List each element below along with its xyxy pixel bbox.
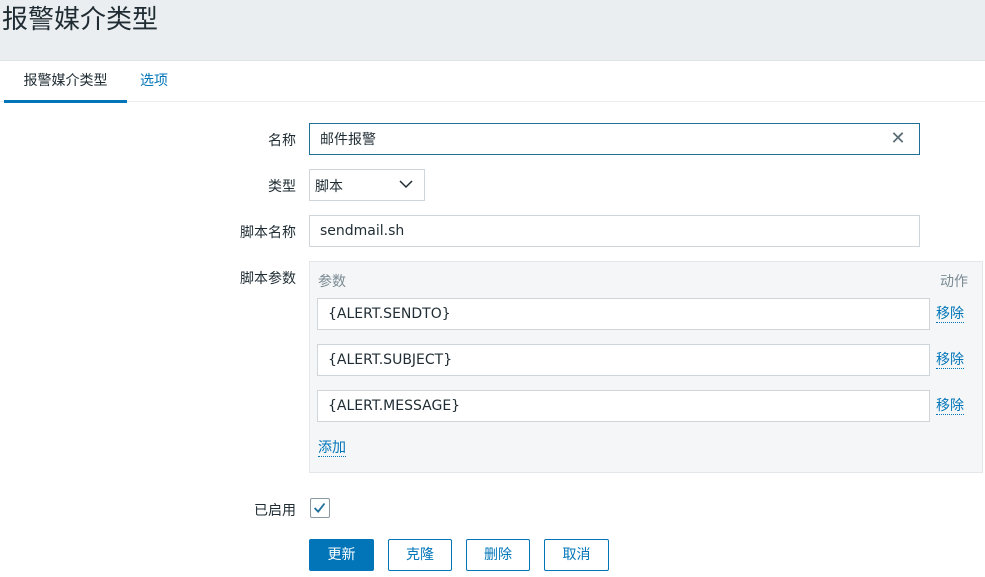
- type-select[interactable]: 脚本: [309, 169, 425, 201]
- chevron-down-icon: [399, 180, 413, 189]
- delete-button[interactable]: 删除: [466, 539, 530, 571]
- remove-param-button[interactable]: 移除: [936, 306, 964, 323]
- add-param-button[interactable]: 添加: [318, 440, 346, 457]
- name-label: 名称: [268, 133, 296, 149]
- page-header: 报警媒介类型: [0, 0, 985, 44]
- enabled-label: 已启用: [254, 503, 296, 519]
- script-params-table: 参数 动作 移除 移除 移除 添加: [309, 261, 983, 473]
- update-button[interactable]: 更新: [309, 539, 374, 571]
- clone-button[interactable]: 克隆: [388, 539, 452, 571]
- page-title: 报警媒介类型: [2, 5, 159, 35]
- close-icon[interactable]: ✕: [886, 127, 910, 151]
- param-input[interactable]: [317, 344, 930, 376]
- type-label: 类型: [268, 179, 296, 195]
- media-type-form-card: 报警媒介类型 选项 名称 ✕ 类型 脚本 脚本名称 脚本参数 参数 动作 移除 …: [0, 60, 985, 577]
- action-column-header: 动作: [940, 274, 968, 290]
- remove-param-button[interactable]: 移除: [936, 398, 964, 415]
- tab-bar: 报警媒介类型 选项: [0, 61, 985, 103]
- cancel-button[interactable]: 取消: [544, 539, 609, 571]
- name-input[interactable]: [309, 123, 920, 155]
- script-params-label: 脚本参数: [240, 271, 296, 287]
- script-name-label: 脚本名称: [240, 225, 296, 241]
- check-icon: [313, 502, 326, 513]
- type-select-value: 脚本: [315, 179, 343, 195]
- remove-param-button[interactable]: 移除: [936, 352, 964, 369]
- param-input[interactable]: [317, 298, 930, 330]
- tab-options[interactable]: 选项: [140, 61, 168, 102]
- param-input[interactable]: [317, 390, 930, 422]
- script-name-input[interactable]: [309, 215, 920, 247]
- tab-media-type[interactable]: 报警媒介类型: [4, 61, 127, 103]
- param-column-header: 参数: [318, 274, 346, 290]
- enabled-checkbox[interactable]: [310, 498, 330, 518]
